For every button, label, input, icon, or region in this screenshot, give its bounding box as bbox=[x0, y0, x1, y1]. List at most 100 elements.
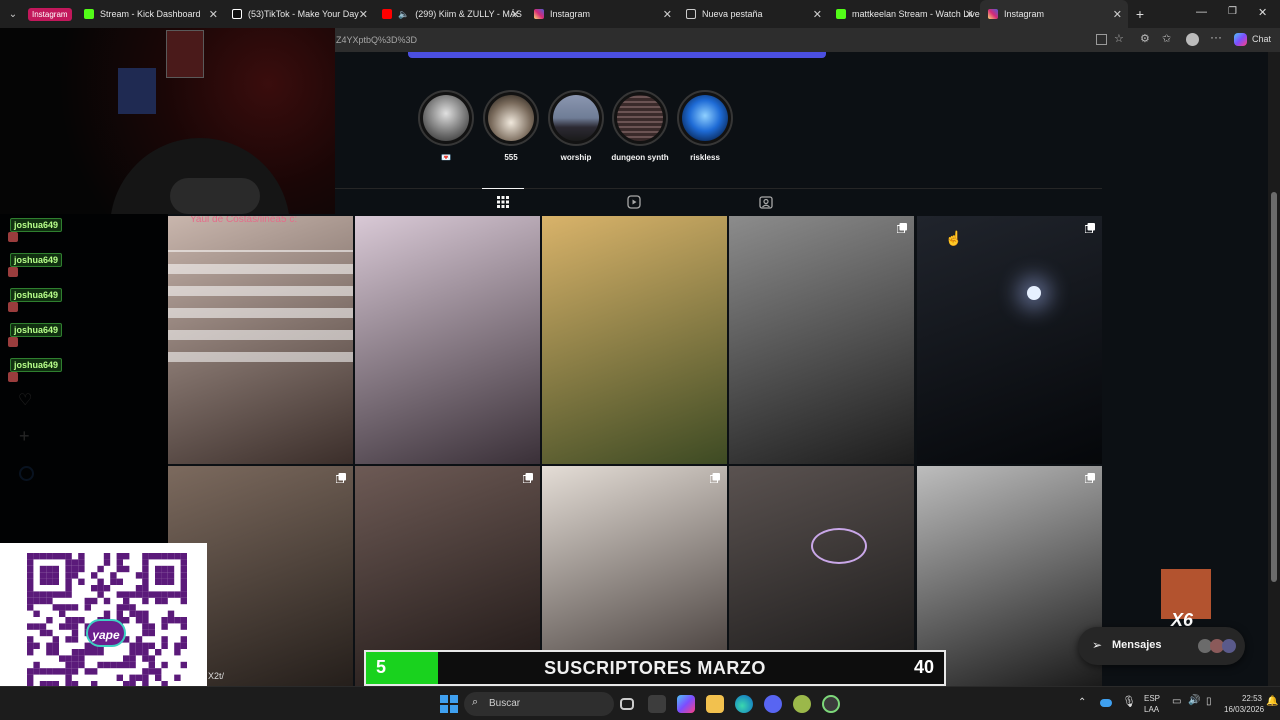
discord-icon[interactable] bbox=[764, 695, 782, 713]
instagram-icon bbox=[988, 9, 998, 19]
url-field[interactable]: Z4YXptbQ%3D%3D bbox=[336, 32, 1096, 48]
qr-module bbox=[71, 668, 79, 675]
edge-icon[interactable] bbox=[735, 695, 753, 713]
grid-icon[interactable] bbox=[494, 193, 512, 211]
scroll-thumb[interactable] bbox=[1271, 192, 1277, 582]
clock-date: 16/03/2026 bbox=[1224, 705, 1265, 714]
tab-list-icon[interactable]: ⌄ bbox=[0, 0, 26, 28]
volume-icon[interactable]: 🔊 bbox=[1188, 695, 1200, 706]
qr-module bbox=[110, 661, 117, 669]
qr-module bbox=[78, 553, 85, 560]
close-icon[interactable]: ✕ bbox=[965, 8, 974, 21]
tab-mattkeelan[interactable]: mattkeelan Stream - Watch Live ✕ bbox=[828, 0, 980, 28]
kick-icon bbox=[84, 9, 94, 19]
qr-module bbox=[167, 565, 175, 573]
qr-module bbox=[78, 655, 85, 662]
file-explorer-icon[interactable] bbox=[706, 695, 724, 713]
tab-instagram-group[interactable]: Instagram bbox=[26, 0, 76, 28]
tab-instagram-active[interactable]: Instagram ✕ bbox=[980, 0, 1128, 28]
qr-module bbox=[161, 636, 168, 643]
qr-module bbox=[103, 661, 111, 669]
tab-instagram[interactable]: Instagram ✕ bbox=[526, 0, 678, 28]
tagged-icon[interactable] bbox=[757, 193, 775, 211]
clock[interactable]: 22:53 16/03/2026 bbox=[1224, 693, 1265, 715]
minimize-button[interactable]: — bbox=[1196, 6, 1207, 18]
qr-module bbox=[129, 655, 136, 662]
tab-new-tab[interactable]: Nueva pestaña ✕ bbox=[678, 0, 828, 28]
star-icon[interactable]: ☆ bbox=[1114, 32, 1124, 45]
copilot-icon[interactable] bbox=[1234, 33, 1247, 46]
chevron-up-icon[interactable]: ⌃ bbox=[1078, 697, 1086, 708]
qr-module bbox=[27, 668, 34, 675]
battery-icon[interactable]: ▯ bbox=[1206, 696, 1212, 707]
highlight-cover bbox=[553, 95, 599, 141]
post-thumbnail[interactable] bbox=[729, 216, 914, 464]
chat-username: joshua649 bbox=[10, 288, 63, 302]
post-thumbnail[interactable]: Yaul de Costas/linea5 c: bbox=[168, 216, 353, 464]
speaker-icon[interactable]: 🔈 bbox=[398, 9, 409, 20]
page-scrollbar[interactable] bbox=[1268, 52, 1280, 686]
taskbar-search[interactable]: ⌕ Buscar bbox=[464, 692, 614, 716]
qr-module bbox=[84, 649, 91, 656]
task-view-icon[interactable] bbox=[620, 698, 634, 710]
copilot-icon[interactable] bbox=[677, 695, 695, 713]
store-icon[interactable] bbox=[648, 695, 666, 713]
tab-youtube[interactable]: 🔈 (299) Kiim & ZULLY - MÁS ✕ bbox=[374, 0, 526, 28]
app-icon[interactable] bbox=[822, 695, 840, 713]
more-icon[interactable]: ··· bbox=[1210, 30, 1222, 44]
qr-module bbox=[27, 559, 34, 566]
network-icon[interactable]: ▭ bbox=[1172, 696, 1181, 707]
highlight-item[interactable] bbox=[677, 90, 733, 146]
qr-module bbox=[97, 591, 104, 598]
qr-module bbox=[148, 655, 155, 662]
qr-module bbox=[97, 649, 104, 656]
close-icon[interactable]: ✕ bbox=[511, 8, 520, 21]
close-window-button[interactable]: ✕ bbox=[1258, 6, 1267, 19]
highlight-item[interactable] bbox=[483, 90, 539, 146]
restore-button[interactable]: ❐ bbox=[1228, 6, 1237, 17]
highlight-item[interactable] bbox=[548, 90, 604, 146]
highlight-item[interactable] bbox=[418, 90, 474, 146]
chat-message: joshua649 bbox=[8, 253, 168, 283]
close-icon[interactable]: ✕ bbox=[813, 8, 822, 21]
highlight-item[interactable] bbox=[612, 90, 668, 146]
tab-tiktok[interactable]: (53)TikTok - Make Your Day ✕ bbox=[224, 0, 374, 28]
close-icon[interactable]: ✕ bbox=[359, 8, 368, 21]
sub-goal-label: SUSCRIPTORES MARZO bbox=[544, 658, 766, 678]
tab-kick-dashboard[interactable]: Stream - Kick Dashboard ✕ bbox=[76, 0, 224, 28]
chat-button[interactable]: Chat bbox=[1252, 34, 1271, 44]
close-icon[interactable]: ✕ bbox=[663, 8, 672, 21]
qr-module bbox=[123, 655, 130, 662]
post-thumbnail[interactable] bbox=[355, 216, 540, 464]
qr-module bbox=[97, 565, 104, 573]
avatar[interactable] bbox=[1186, 33, 1199, 46]
new-tab-button[interactable]: + bbox=[1128, 6, 1152, 22]
qr-module bbox=[116, 610, 123, 617]
mic-icon[interactable]: 🎙 bbox=[1122, 695, 1136, 708]
windows-start-icon[interactable] bbox=[440, 695, 458, 713]
qr-caption: X2t/ bbox=[208, 671, 225, 681]
lang-code: ESP bbox=[1144, 694, 1161, 703]
post-thumbnail[interactable] bbox=[542, 216, 727, 464]
qr-module bbox=[142, 565, 149, 573]
qr-module bbox=[46, 617, 53, 624]
tab-posts[interactable] bbox=[482, 188, 524, 189]
close-icon[interactable]: ✕ bbox=[1113, 8, 1122, 21]
close-icon[interactable]: ✕ bbox=[209, 8, 218, 21]
favorites-icon[interactable]: ✩ bbox=[1162, 32, 1171, 45]
app-icon[interactable] bbox=[1096, 34, 1107, 45]
lang-indicator[interactable]: ESP LAA bbox=[1144, 693, 1160, 715]
notifications-icon[interactable]: 🔔 bbox=[1266, 696, 1278, 707]
post-thumbnail[interactable]: ☝ bbox=[917, 216, 1102, 464]
app-icon[interactable] bbox=[793, 695, 811, 713]
extensions-icon[interactable]: ⚙ bbox=[1140, 32, 1150, 45]
reels-icon[interactable] bbox=[625, 193, 643, 211]
mouse-cursor-icon: ☝ bbox=[945, 230, 963, 246]
edit-profile-bar[interactable] bbox=[408, 52, 826, 58]
qr-module bbox=[116, 578, 123, 585]
qr-module bbox=[161, 553, 168, 560]
qr-module bbox=[155, 597, 162, 605]
qr-module bbox=[142, 649, 149, 656]
messages-button[interactable]: ➢ Mensajes bbox=[1078, 627, 1245, 665]
onedrive-icon[interactable] bbox=[1100, 699, 1112, 707]
